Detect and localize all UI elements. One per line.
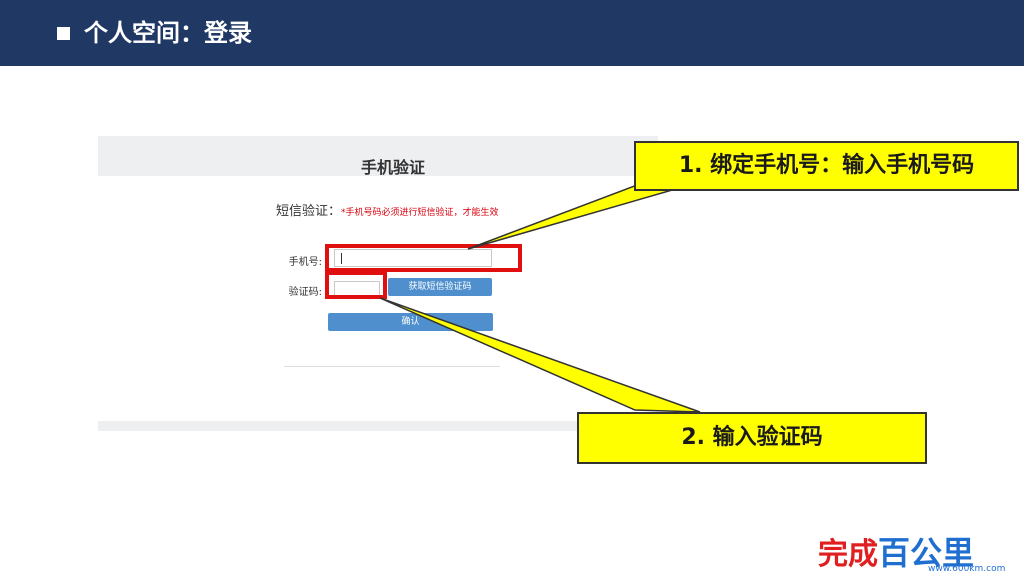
callout-pointers [379,181,701,413]
watermark-main: 完成 [818,537,878,572]
callout-step1: 1. 绑定手机号：输入手机号码 [634,141,1019,191]
callout1-pointer [467,181,701,250]
callout2-pointer [379,297,701,413]
watermark-url: www.600km.com [928,564,1006,574]
watermark: 完成百公里 www.600km.com [818,528,1005,574]
callout-step2: 2. 输入验证码 [577,412,927,464]
